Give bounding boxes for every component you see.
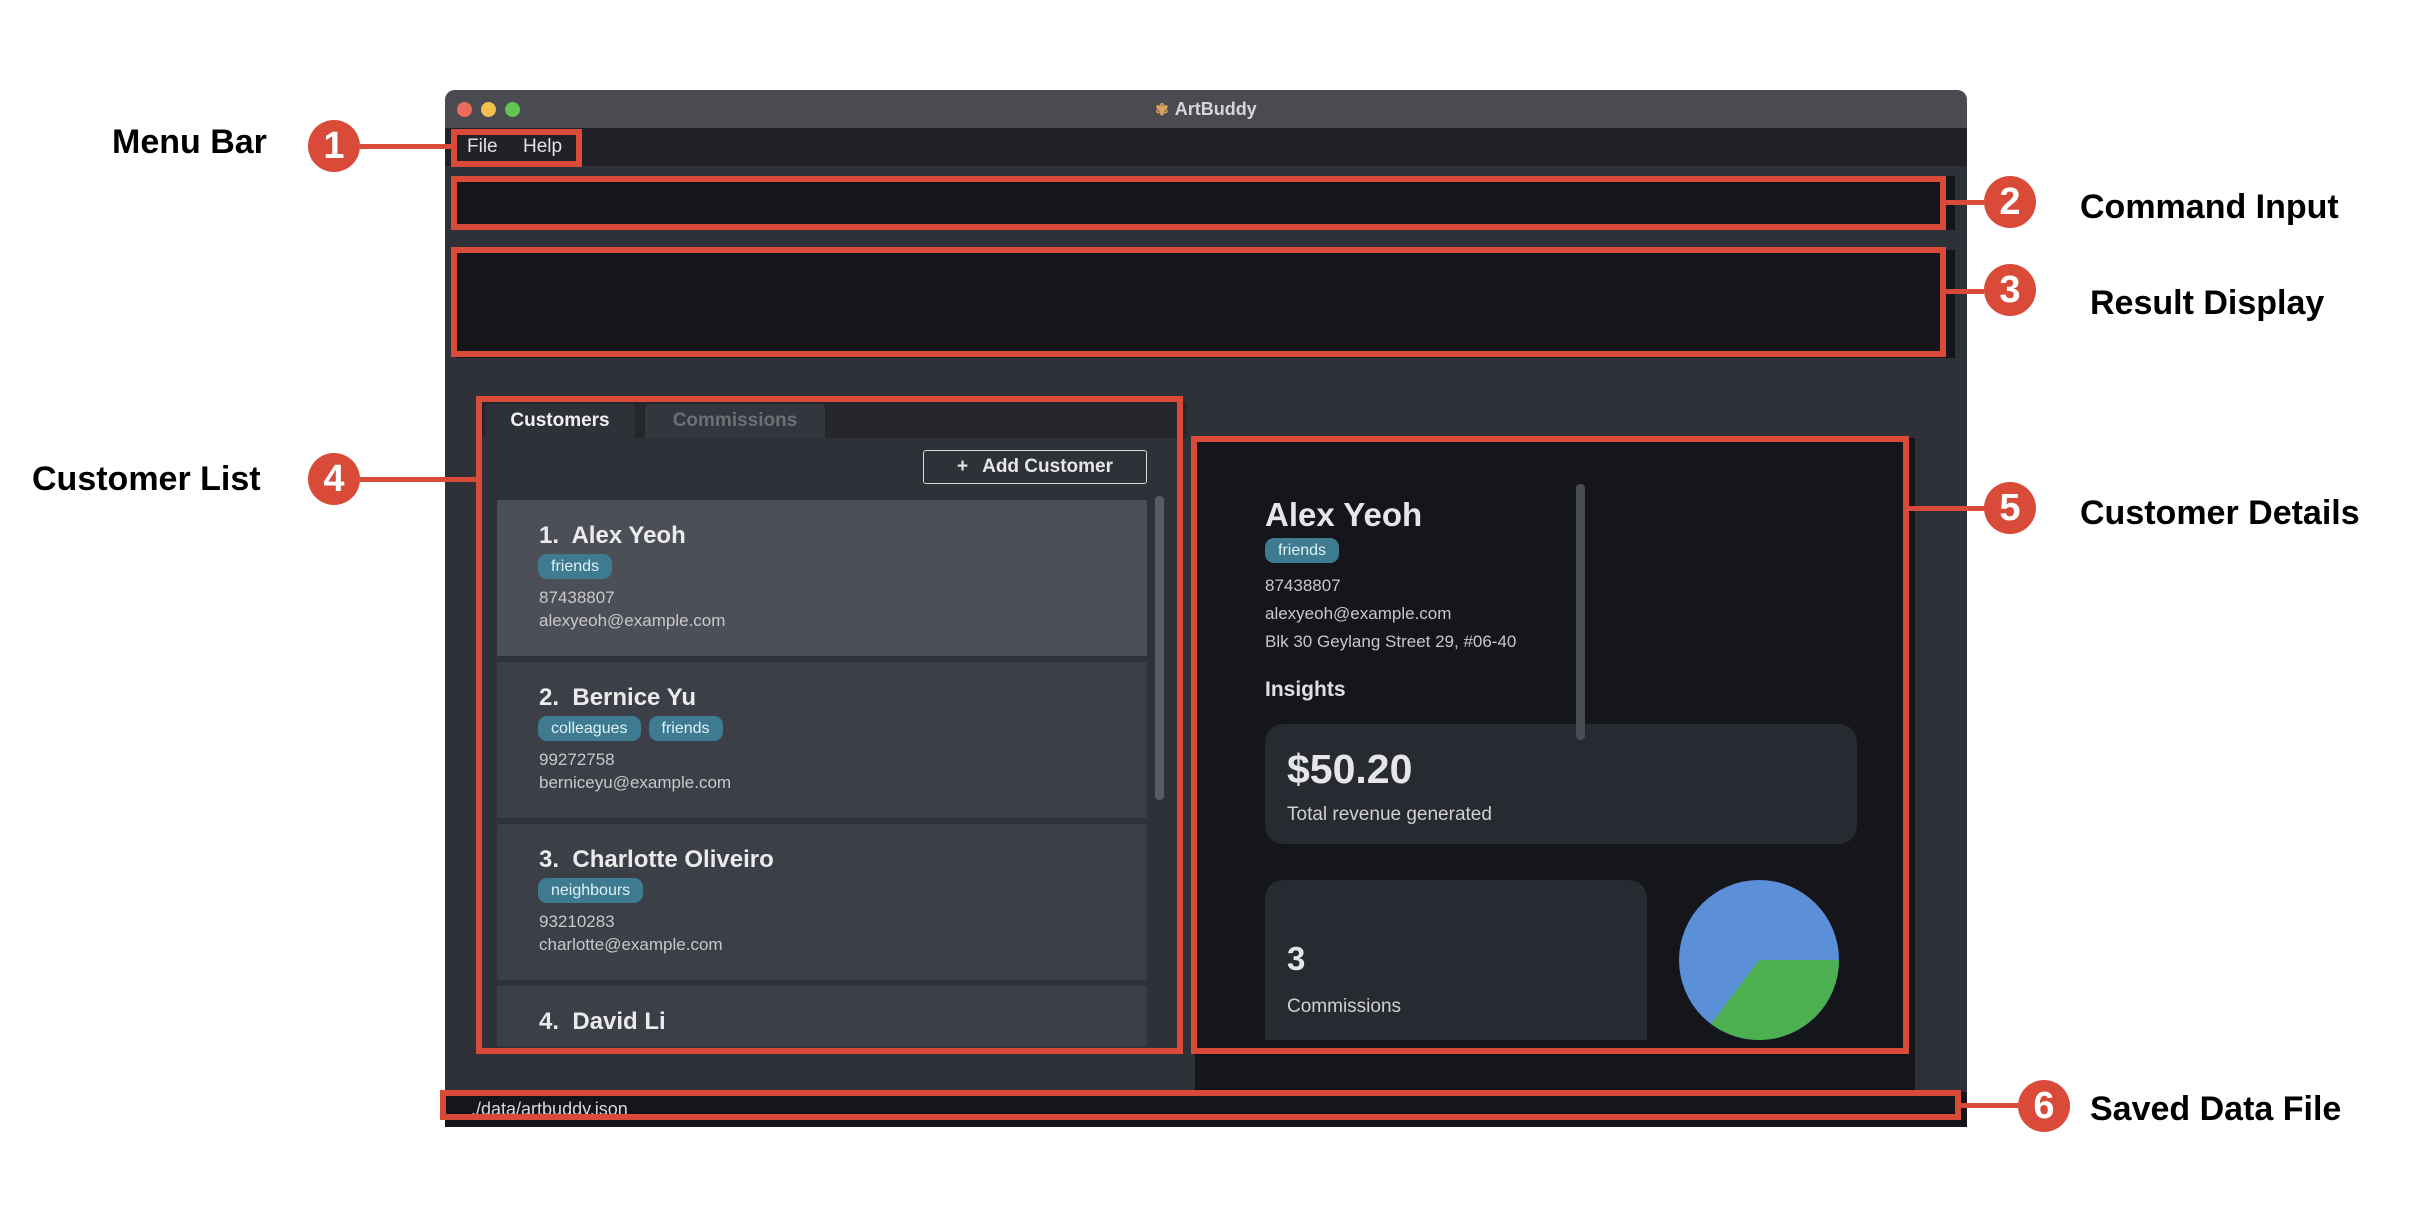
annotation-badge: 2 (1984, 176, 2036, 228)
annotation-line (1944, 289, 1984, 294)
annotation-badge: 5 (1984, 482, 2036, 534)
annotation-badge: 4 (308, 453, 360, 505)
annotation-label: Customer List (32, 460, 261, 498)
annotation-line (1906, 506, 1986, 511)
app-palette-icon: ✾ (1155, 102, 1169, 119)
annotation-badge: 3 (1984, 264, 2036, 316)
annotation-badge: 6 (2018, 1080, 2070, 1132)
annotation-badge: 1 (308, 120, 360, 172)
annotation-label: Menu Bar (112, 123, 267, 161)
annotation-line (360, 477, 478, 482)
annotation-box-customer-details (1191, 436, 1909, 1054)
window-title: ✾ ArtBuddy (445, 90, 1967, 128)
annotation-line (360, 144, 452, 149)
window-title-text: ArtBuddy (1174, 99, 1257, 119)
annotation-box-command-input (451, 176, 1946, 230)
annotation-line (1944, 200, 1984, 205)
annotation-label: Customer Details (2080, 494, 2360, 532)
annotation-label: Command Input (2080, 188, 2339, 226)
annotation-box-customer-list (476, 396, 1183, 1054)
annotation-box-menu-bar (451, 129, 582, 167)
annotation-box-result-display (451, 247, 1946, 357)
title-bar: ✾ ArtBuddy (445, 90, 1967, 128)
annotation-label: Saved Data File (2090, 1090, 2342, 1128)
annotation-box-saved-data-file (440, 1090, 1961, 1120)
annotation-line (1958, 1103, 2018, 1108)
menu-bar: File Help (445, 128, 1967, 166)
annotation-label: Result Display (2090, 284, 2325, 322)
